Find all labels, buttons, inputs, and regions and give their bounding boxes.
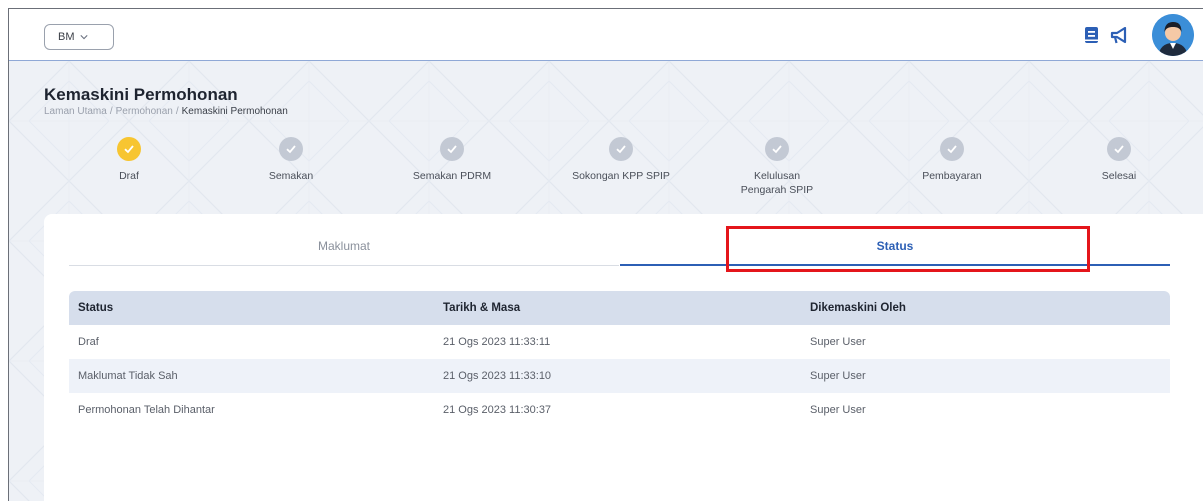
app-window: BM Kemaskini Permohonan Laman Utama / Pe… <box>8 8 1203 501</box>
step-label: Draf <box>119 170 139 182</box>
step-label: Pembayaran <box>922 170 982 182</box>
step-label: Sokongan KPP SPIP <box>572 170 670 182</box>
column-header-status: Status <box>78 302 114 314</box>
step-circle <box>940 137 964 161</box>
cell-updated-by: Super User <box>810 336 866 348</box>
step-label: Kelulusan Pengarah SPIP <box>740 170 814 196</box>
language-value: BM <box>58 31 75 43</box>
step-circle <box>117 137 141 161</box>
cell-datetime: 21 Ogs 2023 11:30:37 <box>443 404 552 416</box>
table-header: Status Tarikh & Masa Dikemaskini Oleh <box>69 291 1170 325</box>
cell-status: Permohonan Telah Dihantar <box>78 404 215 416</box>
check-icon <box>1114 145 1124 154</box>
step-circle <box>279 137 303 161</box>
content-card: Maklumat Status Status Tarikh & Masa Dik… <box>44 214 1203 501</box>
tab-maklumat[interactable]: Maklumat <box>69 236 619 266</box>
user-avatar-icon <box>1152 14 1194 56</box>
breadcrumb-home[interactable]: Laman Utama <box>44 106 107 117</box>
breadcrumb: Laman Utama / Permohonan / Kemaskini Permoho… <box>44 106 288 117</box>
step-sokongan-kpp-spip: Sokongan KPP SPIP <box>551 137 691 183</box>
check-icon <box>616 145 626 154</box>
status-table: Status Tarikh & Masa Dikemaskini Oleh Dr… <box>69 291 1170 427</box>
top-bar: BM <box>9 9 1203 61</box>
cell-status: Maklumat Tidak Sah <box>78 370 178 382</box>
table-row: Permohonan Telah Dihantar 21 Ogs 2023 11… <box>69 393 1170 427</box>
step-pembayaran: Pembayaran <box>882 137 1022 183</box>
step-label: Semakan <box>268 170 314 182</box>
cell-updated-by: Super User <box>810 370 866 382</box>
step-semakan-pdrm: Semakan PDRM <box>382 137 522 183</box>
step-kelulusan-pengarah-spip: Kelulusan Pengarah SPIP <box>712 137 842 197</box>
chevron-down-icon <box>79 35 88 40</box>
highlight-annotation-box <box>726 226 1090 272</box>
table-row: Maklumat Tidak Sah 21 Ogs 2023 11:33:10 … <box>69 359 1170 393</box>
check-icon <box>286 145 296 154</box>
avatar[interactable] <box>1152 14 1194 56</box>
breadcrumb-permohonan[interactable]: Permohonan <box>116 106 173 117</box>
language-select[interactable]: BM <box>44 24 114 50</box>
breadcrumb-current: Kemaskini Permohonan <box>181 106 288 117</box>
step-draf: Draf <box>59 137 199 183</box>
step-circle <box>1107 137 1131 161</box>
page-title: Kemaskini Permohonan <box>44 85 238 104</box>
megaphone-icon[interactable] <box>1110 27 1130 44</box>
cell-datetime: 21 Ogs 2023 11:33:11 <box>443 336 551 348</box>
step-circle <box>440 137 464 161</box>
cell-status: Draf <box>78 336 99 348</box>
breadcrumb-separator: / <box>109 106 113 117</box>
progress-stepper: Draf Semakan Semakan PDRM Sokongan KPP S… <box>9 137 1203 217</box>
step-label: Selesai <box>1101 170 1137 182</box>
check-icon <box>947 145 957 154</box>
step-semakan: Semakan <box>221 137 361 183</box>
table-row: Draf 21 Ogs 2023 11:33:11 Super User <box>69 325 1170 359</box>
step-circle <box>765 137 789 161</box>
column-header-dikemaskini-oleh: Dikemaskini Oleh <box>810 302 906 314</box>
step-selesai: Selesai <box>1049 137 1189 183</box>
step-circle <box>609 137 633 161</box>
check-icon <box>447 145 457 154</box>
step-label: Semakan PDRM <box>412 170 492 182</box>
cell-updated-by: Super User <box>810 404 866 416</box>
column-header-tarikh-masa: Tarikh & Masa <box>443 302 521 314</box>
cell-datetime: 21 Ogs 2023 11:33:10 <box>443 370 552 382</box>
check-icon <box>772 145 782 154</box>
check-icon <box>124 145 134 154</box>
breadcrumb-separator: / <box>175 106 179 117</box>
book-icon[interactable] <box>1084 26 1100 44</box>
